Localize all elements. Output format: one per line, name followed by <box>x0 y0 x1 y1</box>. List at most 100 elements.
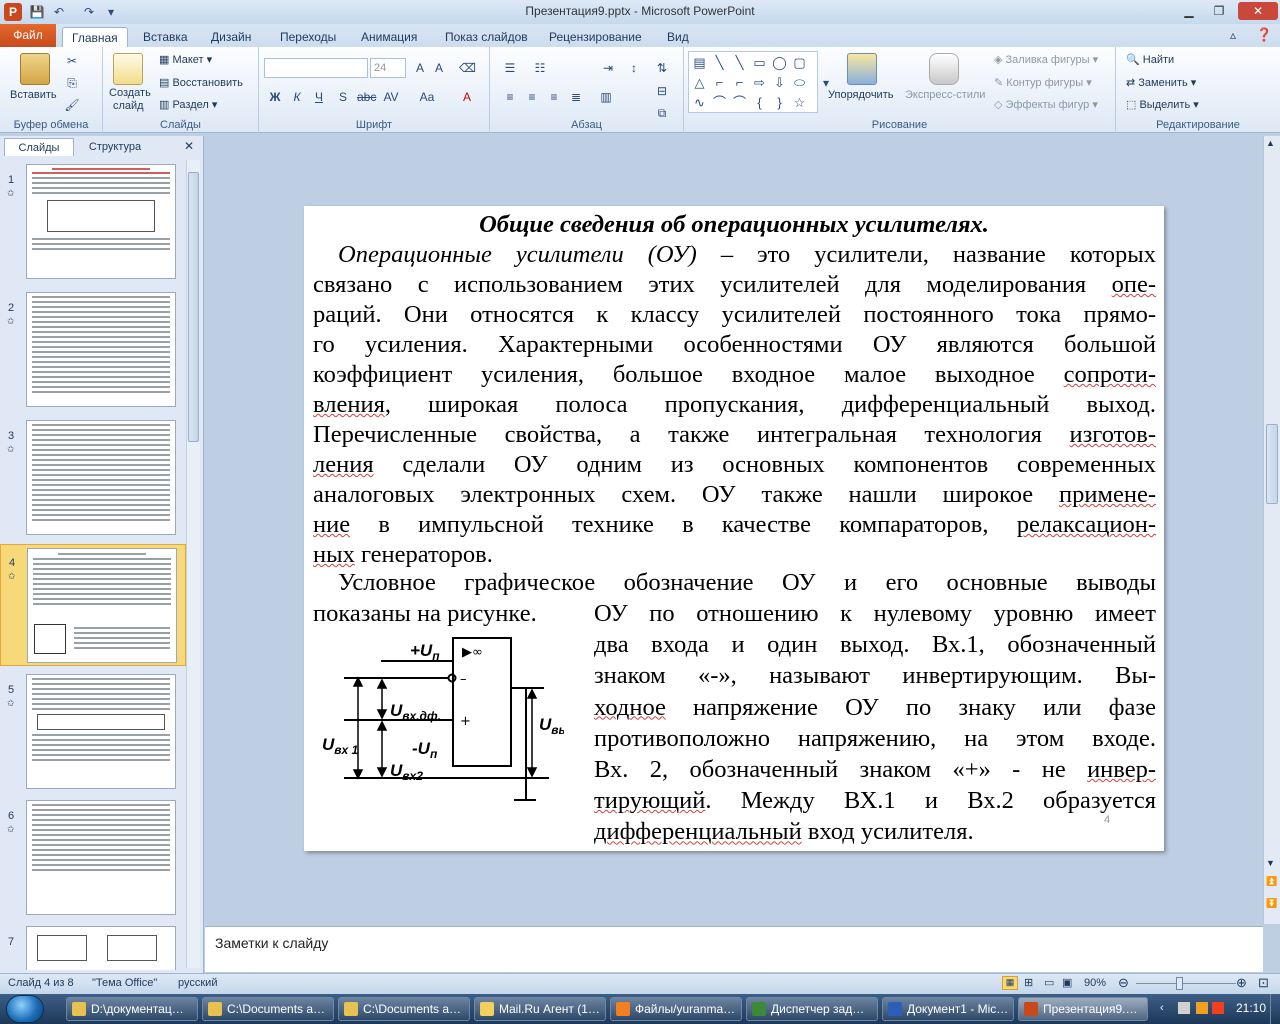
paragraph-2-line-1[interactable]: Условное графическое обозначение ОУ и ег… <box>338 568 1156 598</box>
taskbar-item[interactable]: D:\документац… <box>66 997 198 1021</box>
slide-thumbnail-7[interactable]: 7 <box>0 926 186 970</box>
taskbar-item[interactable]: Файлы/yuranma… <box>610 997 742 1021</box>
shrink-font-icon[interactable]: A <box>431 60 447 76</box>
font-size-combo[interactable]: 24 <box>370 58 406 78</box>
arrange-icon[interactable] <box>847 53 877 85</box>
slide-thumbnail-2[interactable]: 2 ✩ <box>0 292 186 408</box>
shapes-gallery[interactable]: ▤ ╲ ╲ ▭ ◯ ▢ △ ⌐ ⌐ ⇨ ⇩ ⬭ ∿ ⌒ ⌒ { } ☆ <box>688 51 818 113</box>
slide-thumbnail-5[interactable]: 5 ✩ <box>0 674 186 790</box>
tab-insert[interactable]: Вставка <box>134 27 197 47</box>
line-shape-icon[interactable]: ╲ <box>711 54 728 71</box>
slides-pane-scrollbar[interactable] <box>186 160 200 968</box>
quick-styles-icon[interactable] <box>929 53 959 85</box>
strikethrough-icon[interactable]: abc <box>357 89 376 105</box>
align-right-icon[interactable]: ≡ <box>546 89 562 105</box>
minimize-button[interactable]: ▁ <box>1176 2 1202 20</box>
connector2-shape-icon[interactable]: ⌐ <box>731 74 748 91</box>
align-left-icon[interactable]: ≡ <box>502 89 518 105</box>
tray-icon-2[interactable] <box>1196 1002 1208 1014</box>
tab-file[interactable]: Файл <box>0 24 56 47</box>
curve-shape-icon[interactable]: ∿ <box>691 94 708 111</box>
section-button[interactable]: ▥ Раздел ▾ <box>159 98 217 111</box>
zoom-level[interactable]: 90% <box>1084 977 1106 989</box>
slide-title[interactable]: Общие сведения об операционных усилителя… <box>304 210 1164 240</box>
line-spacing-icon[interactable]: ↕ <box>626 60 642 76</box>
scroll-thumb[interactable] <box>188 172 199 442</box>
flowchart-shape-icon[interactable]: ⬭ <box>791 74 808 91</box>
cut-icon[interactable]: ✂ <box>64 53 80 69</box>
tray-arrow-icon[interactable]: ‹ <box>1160 1002 1164 1014</box>
taskbar-item[interactable]: Mail.Ru Агент (1… <box>474 997 606 1021</box>
tab-slides[interactable]: Слайды <box>4 138 74 156</box>
reset-button[interactable]: ▤ Восстановить <box>159 76 243 89</box>
slide-thumbnail-3[interactable]: 3 ✩ <box>0 420 186 536</box>
arrange-button[interactable]: Упорядочить <box>828 89 893 101</box>
indent-icon[interactable]: ⇥ <box>600 60 616 76</box>
clear-format-icon[interactable]: ⌫ <box>459 60 476 76</box>
font-color-icon[interactable]: A <box>459 89 475 105</box>
language-indicator[interactable]: русский <box>178 977 217 989</box>
brace2-shape-icon[interactable]: } <box>771 94 788 111</box>
triangle-shape-icon[interactable]: △ <box>691 74 708 91</box>
maximize-button[interactable]: ❐ <box>1206 2 1232 20</box>
clock[interactable]: 21:10 <box>1236 1001 1266 1015</box>
copy-icon[interactable]: ⎘ <box>64 75 80 91</box>
taskbar-item[interactable]: Документ1 - Mic… <box>882 997 1014 1021</box>
connector-shape-icon[interactable]: ⌐ <box>711 74 728 91</box>
scroll-down-icon[interactable]: ▼ <box>1266 858 1275 868</box>
slide-thumbnail-1[interactable]: 1 ✩ <box>0 164 186 280</box>
normal-view-icon[interactable]: ▦ <box>1002 976 1018 990</box>
star-shape-icon[interactable]: ☆ <box>791 94 808 111</box>
format-painter-icon[interactable]: 🖌 <box>64 97 80 113</box>
zoom-out-icon[interactable]: ⊖ <box>1118 975 1129 991</box>
previous-slide-icon[interactable]: ⏫ <box>1266 876 1277 887</box>
start-button[interactable] <box>6 995 44 1023</box>
minimize-ribbon-icon[interactable]: ▵ <box>1230 28 1236 42</box>
slide-canvas[interactable]: Общие сведения об операционных усилителя… <box>304 206 1164 851</box>
text-direction-icon[interactable]: ⇅ <box>654 60 670 76</box>
tray-icon-3[interactable] <box>1212 1002 1224 1014</box>
italic-icon[interactable]: К <box>289 89 305 105</box>
quick-styles-button[interactable]: Экспресс-стили <box>905 89 985 101</box>
shape-fill-button[interactable]: ◈ Заливка фигуры ▾ <box>994 53 1098 66</box>
shape-outline-button[interactable]: ✎ Контур фигуры ▾ <box>994 76 1092 89</box>
new-slide-button[interactable]: Создать <box>109 87 151 99</box>
close-pane-icon[interactable]: ✕ <box>184 139 194 153</box>
zoom-slider-thumb[interactable] <box>1176 977 1183 990</box>
spacing-icon[interactable]: AV <box>383 89 399 105</box>
select-button[interactable]: ⬚ Выделить ▾ <box>1126 98 1199 111</box>
zoom-slider[interactable] <box>1136 983 1236 984</box>
fit-slide-icon[interactable]: ⊡ <box>1258 975 1269 991</box>
rounded-rect-shape-icon[interactable]: ▢ <box>791 54 808 71</box>
align-center-icon[interactable]: ≡ <box>524 89 540 105</box>
underline-icon[interactable]: Ч <box>311 89 327 105</box>
slide-thumbnail-4[interactable]: 4 ✩ <box>0 544 186 666</box>
notes-placeholder[interactable]: Заметки к слайду <box>215 935 328 951</box>
editor-vertical-scrollbar[interactable]: ▲ ▼ ⏫ ⏬ <box>1263 136 1280 924</box>
taskbar-item[interactable]: C:\Documents a… <box>202 997 334 1021</box>
zoom-in-icon[interactable]: ⊕ <box>1236 975 1247 991</box>
tab-home[interactable]: Главная <box>62 27 128 47</box>
taskbar-item[interactable]: Презентация9.… <box>1018 997 1148 1021</box>
justify-icon[interactable]: ≣ <box>568 89 584 105</box>
paragraph-2-line-2[interactable]: показаны на рисунке. <box>313 599 537 629</box>
bold-icon[interactable]: Ж <box>267 89 283 105</box>
right-arrow-shape-icon[interactable]: ⇨ <box>751 74 768 91</box>
new-slide-button-line2[interactable]: слайд <box>113 100 144 112</box>
arc-shape-icon[interactable]: ⌒ <box>711 94 728 111</box>
down-arrow-shape-icon[interactable]: ⇩ <box>771 74 788 91</box>
paste-icon[interactable] <box>20 53 50 85</box>
notes-pane[interactable]: Заметки к слайду <box>205 926 1263 972</box>
layout-button[interactable]: ▦ Макет ▾ <box>159 53 212 66</box>
help-icon[interactable]: ❓ <box>1256 27 1272 43</box>
tab-view[interactable]: Вид <box>658 27 698 47</box>
align-text-icon[interactable]: ⊟ <box>654 83 670 99</box>
slideshow-view-icon[interactable]: ▣ <box>1062 976 1072 989</box>
taskbar-item[interactable]: Диспетчер зад… <box>746 997 878 1021</box>
new-slide-icon[interactable] <box>113 53 143 85</box>
show-desktop-button[interactable] <box>1270 994 1280 1024</box>
tab-animation[interactable]: Анимация <box>352 27 426 47</box>
scroll-thumb[interactable] <box>1266 424 1278 504</box>
columns-icon[interactable]: ▥ <box>598 89 614 105</box>
brace-shape-icon[interactable]: { <box>751 94 768 111</box>
